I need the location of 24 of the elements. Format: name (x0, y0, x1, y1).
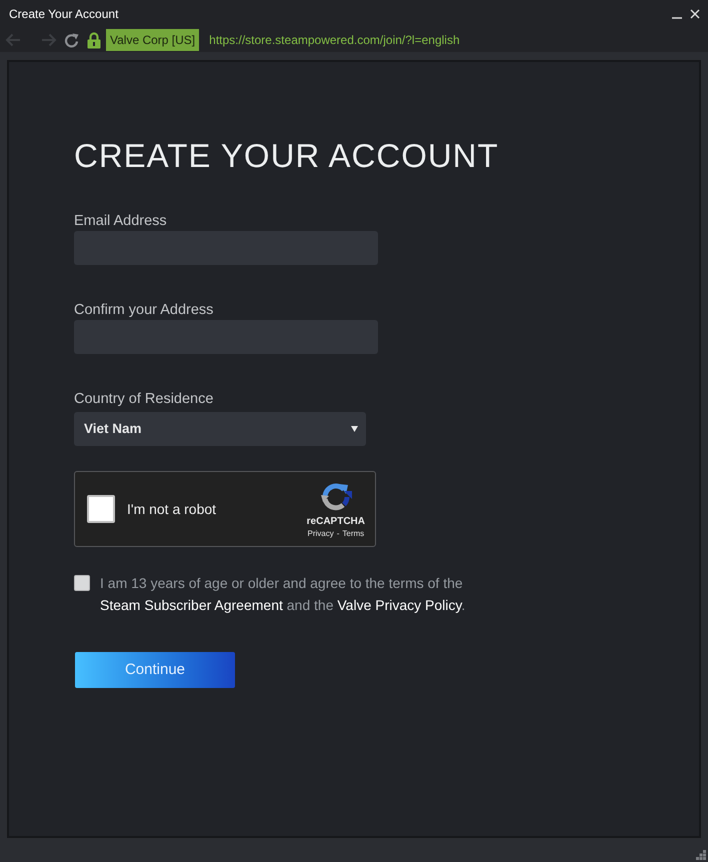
link-separator: - (336, 528, 340, 539)
page-heading: CREATE YOUR ACCOUNT (74, 136, 499, 176)
reload-icon[interactable] (64, 32, 80, 48)
captcha-label: I'm not a robot (127, 500, 216, 518)
field-label: Confirm your Address (74, 301, 214, 320)
field-label: Email Address (74, 212, 167, 231)
policy-link[interactable]: Valve Privacy Policy (337, 597, 462, 613)
country-select[interactable]: Viet Nam (74, 412, 366, 446)
close-icon[interactable] (690, 9, 700, 19)
url-text: https://store.steampowered.com/join/?l=english (209, 32, 460, 49)
caret-icon (351, 426, 358, 432)
window-title: Create Your Account (9, 6, 118, 23)
recaptcha-logo-icon (320, 481, 352, 513)
captcha-link[interactable]: Privacy (307, 528, 334, 539)
agreement-text: I am 13 years of age or older and agree to the terms of the Steam Subscriber Agreement and the Valve Privacy Policy. (100, 574, 466, 615)
captcha-link[interactable]: Terms (342, 528, 364, 539)
certificate-badge[interactable]: Valve Corp [US] (106, 29, 200, 51)
resize-grip-icon[interactable] (696, 850, 706, 860)
agreement-checkbox[interactable] (74, 575, 90, 591)
captcha-checkbox[interactable] (87, 495, 115, 523)
policy-link[interactable]: Steam Subscriber Agreement (100, 597, 283, 613)
recaptcha-brand: reCAPTCHA (306, 516, 365, 528)
lock-icon (87, 32, 101, 48)
field-label: Country of Residence (74, 390, 214, 409)
